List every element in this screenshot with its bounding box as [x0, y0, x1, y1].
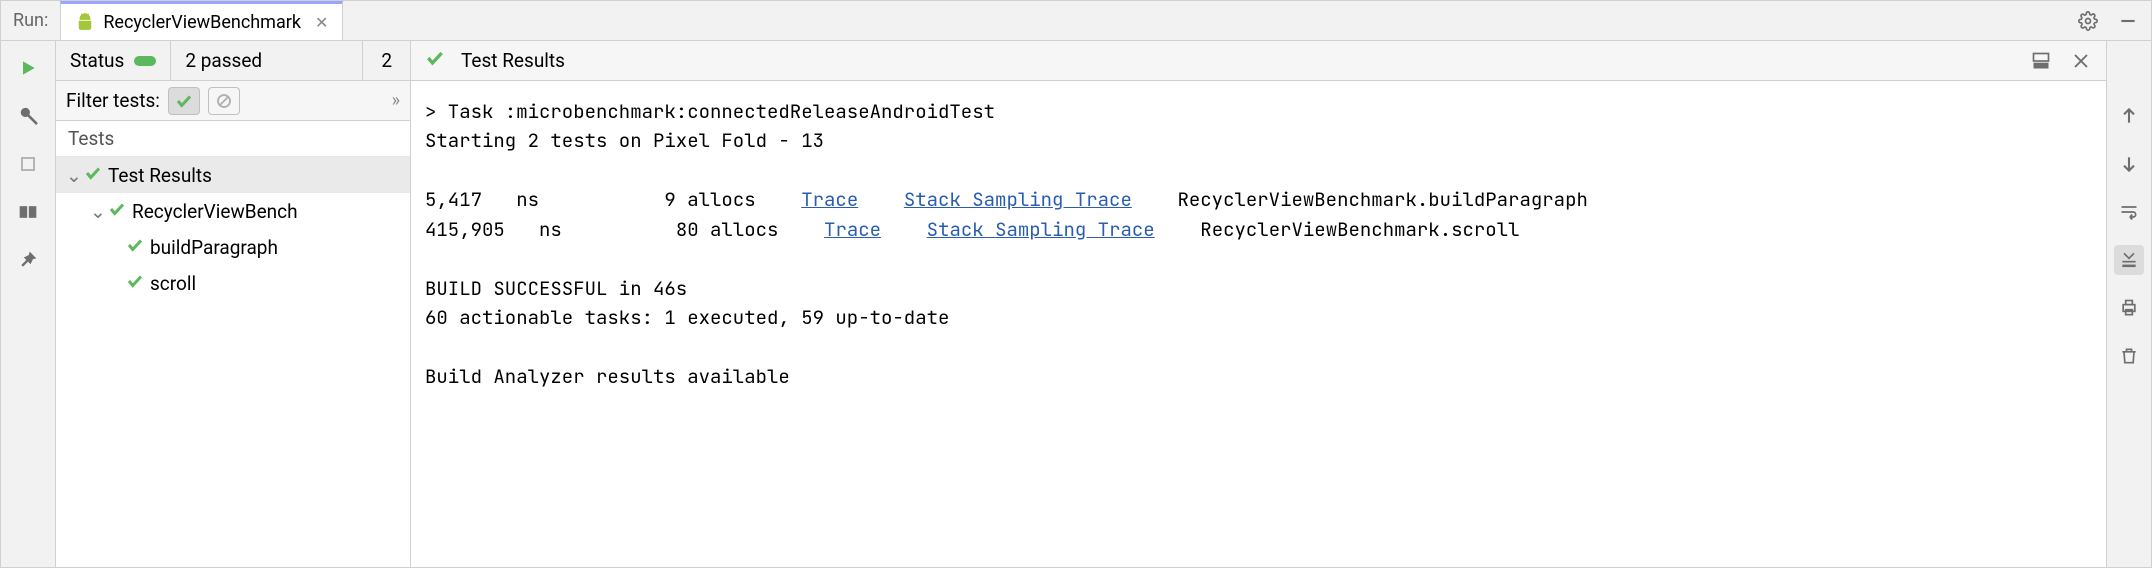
expand-filters-icon[interactable]: »: [392, 90, 400, 111]
soft-wrap-icon[interactable]: [2114, 197, 2144, 227]
filter-label: Filter tests:: [66, 89, 160, 112]
check-icon: [126, 272, 144, 295]
trace-link[interactable]: Trace: [801, 187, 858, 212]
status-label: Status: [70, 49, 124, 72]
check-icon: [425, 48, 445, 73]
console-line: > Task :microbenchmark:connectedReleaseA…: [425, 99, 995, 124]
tree-test-1[interactable]: buildParagraph: [56, 229, 410, 265]
clear-icon[interactable]: [2114, 341, 2144, 371]
tree-suite-label: RecyclerViewBench: [132, 200, 298, 223]
check-icon: [84, 164, 102, 187]
status-pill: [134, 56, 156, 66]
passed-label: 2 passed: [185, 49, 262, 72]
layout-icon[interactable]: [15, 199, 41, 225]
console-line: 60 actionable tasks: 1 executed, 59 up-t…: [425, 305, 949, 330]
scroll-to-end-icon[interactable]: [2114, 245, 2144, 275]
bench-time: 415,905 ns: [425, 217, 562, 242]
status-row: Status 2 passed 2: [56, 41, 410, 81]
trace-link[interactable]: Trace: [824, 217, 881, 242]
scroll-up-icon[interactable]: [2114, 101, 2144, 131]
chevron-down-icon[interactable]: ⌄: [64, 164, 84, 187]
filter-row: Filter tests: »: [56, 81, 410, 121]
results-title: Test Results: [461, 49, 565, 72]
console-output[interactable]: > Task :microbenchmark:connectedReleaseA…: [411, 81, 2106, 567]
stack-trace-link[interactable]: Stack Sampling Trace: [927, 217, 1155, 242]
console-line: Starting 2 tests on Pixel Fold - 13: [425, 128, 824, 153]
run-config-tab[interactable]: RecyclerViewBenchmark ✕: [60, 1, 343, 40]
run-main: Status 2 passed 2 Filter tests: » Tests …: [1, 41, 2151, 567]
chevron-down-icon[interactable]: ⌄: [88, 200, 108, 223]
tree-test-2-label: scroll: [150, 272, 196, 295]
tree-suite[interactable]: ⌄ RecyclerViewBench: [56, 193, 410, 229]
filter-passed-toggle[interactable]: [168, 87, 200, 115]
tests-column-header: Tests: [56, 121, 410, 157]
minimize-icon[interactable]: [2117, 10, 2139, 32]
stack-trace-link[interactable]: Stack Sampling Trace: [904, 187, 1132, 212]
left-tool-strip: [1, 41, 56, 567]
bench-name: RecyclerViewBenchmark.buildParagraph: [1177, 187, 1587, 212]
bench-name: RecyclerViewBenchmark.scroll: [1200, 217, 1519, 242]
tree-root[interactable]: ⌄ Test Results: [56, 157, 410, 193]
results-header: Test Results: [411, 41, 2106, 81]
bench-allocs: 9 allocs: [664, 187, 755, 212]
run-label: Run:: [13, 10, 48, 31]
stop-button[interactable]: [15, 151, 41, 177]
close-tab-icon[interactable]: ✕: [315, 13, 328, 32]
test-tree[interactable]: ⌄ Test Results ⌄ RecyclerViewBench build…: [56, 157, 410, 567]
wrench-icon[interactable]: [15, 103, 41, 129]
bench-time: 5,417 ns: [425, 187, 539, 212]
tree-test-1-label: buildParagraph: [150, 236, 278, 259]
scroll-down-icon[interactable]: [2114, 149, 2144, 179]
close-results-icon[interactable]: [2070, 50, 2092, 72]
export-icon[interactable]: [2030, 50, 2052, 72]
check-icon: [108, 200, 126, 223]
bench-allocs: 80 allocs: [676, 217, 779, 242]
results-panel: Test Results > Task :microbenchmark:conn…: [411, 41, 2106, 567]
check-icon: [126, 236, 144, 259]
tree-root-label: Test Results: [108, 164, 212, 187]
console-line: Build Analyzer results available: [425, 364, 790, 389]
passed-count: 2: [381, 49, 392, 72]
run-top-bar: Run: RecyclerViewBenchmark ✕: [1, 1, 2151, 41]
gear-icon[interactable]: [2077, 10, 2099, 32]
tree-test-2[interactable]: scroll: [56, 265, 410, 301]
tab-name: RecyclerViewBenchmark: [103, 12, 301, 33]
pin-icon[interactable]: [15, 247, 41, 273]
console-line: BUILD SUCCESSFUL in 46s: [425, 276, 687, 301]
rerun-button[interactable]: [15, 55, 41, 81]
print-icon[interactable]: [2114, 293, 2144, 323]
android-icon: [75, 12, 95, 32]
filter-ignored-toggle[interactable]: [208, 87, 240, 115]
right-tool-strip: [2106, 41, 2151, 567]
test-tree-panel: Status 2 passed 2 Filter tests: » Tests …: [56, 41, 411, 567]
